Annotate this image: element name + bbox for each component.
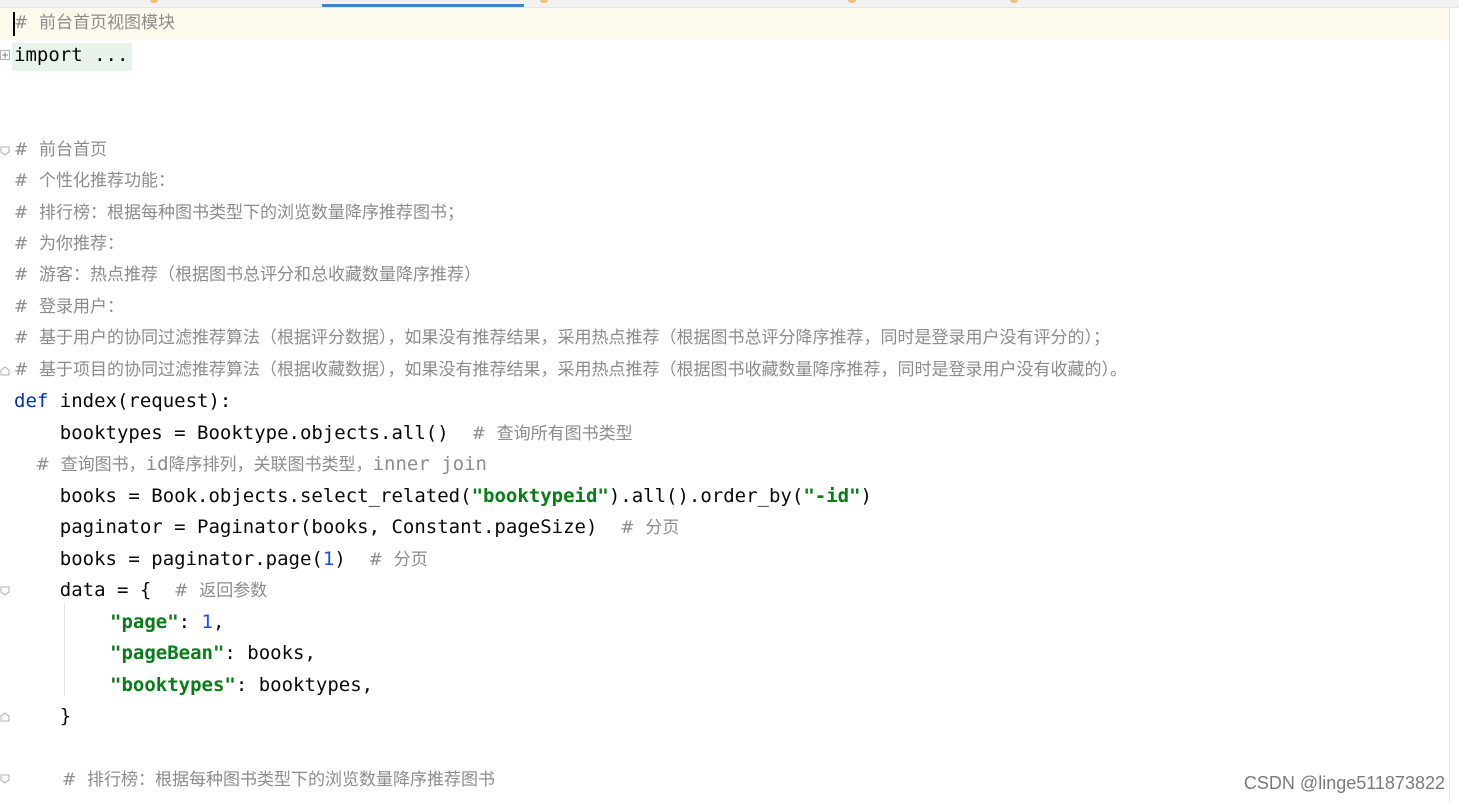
editor-tab-strip [0, 0, 1459, 8]
code-line[interactable]: # 登录用户： [14, 292, 124, 323]
code-token: ) [334, 548, 369, 570]
tab-indicator [848, 0, 856, 3]
fold-end-icon[interactable] [0, 366, 10, 376]
code-token: : [178, 611, 202, 633]
inline-comment: # 排行榜：根据每种图书类型下的浏览数量降序推荐图书 [62, 770, 496, 790]
code-line[interactable]: # 前台首页视图模块 [14, 8, 175, 39]
number-literal: 1 [322, 548, 335, 570]
code-editor[interactable]: # 前台首页视图模块 import ... # 前台首页 # 个性化推荐功能： … [0, 8, 1459, 802]
string-literal: "-id" [803, 485, 861, 507]
dict-key: "page" [110, 611, 179, 633]
code-line[interactable]: # 个性化推荐功能： [14, 166, 175, 197]
code-line[interactable]: "pageBean": books, [110, 638, 316, 669]
code-token: books = paginator.page( [14, 548, 323, 570]
dict-key: "pageBean" [110, 642, 225, 664]
code-line[interactable]: # 为你推荐： [14, 229, 124, 260]
csdn-watermark: CSDN @linge511873822 [1243, 773, 1445, 793]
code-line[interactable]: # 前台首页 [14, 135, 107, 166]
code-line[interactable]: data = { # 返回参数 [14, 575, 267, 606]
code-token: , [212, 611, 225, 633]
tab-indicator [1010, 0, 1018, 3]
code-token: : books, [224, 642, 316, 664]
code-token: index(request): [48, 390, 232, 412]
code-line[interactable]: # 查询图书，id降序排列，关联图书类型，inner join [14, 449, 487, 480]
code-line[interactable]: # 游客：热点推荐（根据图书总评分和总收藏数量降序推荐） [14, 260, 481, 291]
code-line[interactable]: paginator = Paginator(books, Constant.pa… [14, 512, 680, 543]
code-line[interactable]: books = Book.objects.select_related("boo… [14, 481, 872, 512]
fold-expand-icon[interactable] [0, 50, 10, 60]
fold-end-icon[interactable] [0, 712, 10, 722]
tab-indicator [540, 0, 548, 3]
code-line[interactable]: # 排行榜：根据每种图书类型下的浏览数量降序推荐图书 [62, 764, 495, 795]
indent-guide [64, 602, 65, 696]
tab-indicator [150, 0, 158, 3]
number-literal: 1 [201, 611, 213, 633]
code-token: ).all().order_by( [608, 485, 804, 507]
inline-comment: 降序排列，关联图书类型， [168, 455, 373, 475]
dict-key: "booktypes" [110, 674, 236, 696]
inline-comment: # 查询所有图书类型 [471, 424, 633, 444]
code-token: ) [860, 485, 872, 507]
code-token: : booktypes, [235, 674, 374, 696]
code-token: booktypes = Booktype.objects.all() [14, 422, 472, 444]
code-token: paginator = Paginator(books, Constant.pa… [14, 516, 621, 538]
code-line[interactable]: # 排行榜：根据每种图书类型下的浏览数量降序推荐图书； [14, 198, 464, 229]
keyword: def [14, 390, 49, 412]
code-token: data = { [14, 579, 175, 601]
inline-comment: inner join [372, 453, 487, 475]
fold-collapse-icon[interactable] [0, 586, 10, 596]
code-line[interactable]: booktypes = Booktype.objects.all() # 查询所… [14, 418, 633, 449]
code-line[interactable]: "page": 1, [110, 607, 224, 638]
code-line-import[interactable]: import ... [14, 40, 128, 71]
inline-comment: # 返回参数 [174, 581, 268, 601]
fold-collapse-icon[interactable] [0, 146, 10, 156]
inline-comment: id [145, 453, 169, 475]
code-line[interactable]: # 基于项目的协同过滤推荐算法（根据收藏数据），如果没有推荐结果，采用热点推荐（… [14, 355, 1127, 386]
code-line-def[interactable]: def index(request): [14, 386, 231, 417]
inline-comment: # 查询图书， [14, 455, 146, 475]
inline-comment: # 分页 [368, 550, 428, 570]
code-line[interactable]: "booktypes": booktypes, [110, 670, 373, 701]
code-line[interactable]: books = paginator.page(1) # 分页 [14, 544, 428, 575]
inline-comment: # 分页 [620, 518, 680, 538]
string-literal: "booktypeid" [471, 485, 609, 507]
active-tab-underline[interactable] [322, 4, 524, 7]
fold-collapse-icon[interactable] [0, 774, 10, 784]
code-token: books = Book.objects.select_related( [14, 485, 472, 507]
code-line[interactable]: } [14, 701, 71, 732]
code-line[interactable]: # 基于用户的协同过滤推荐算法（根据评分数据），如果没有推荐结果，采用热点推荐（… [14, 323, 1110, 354]
